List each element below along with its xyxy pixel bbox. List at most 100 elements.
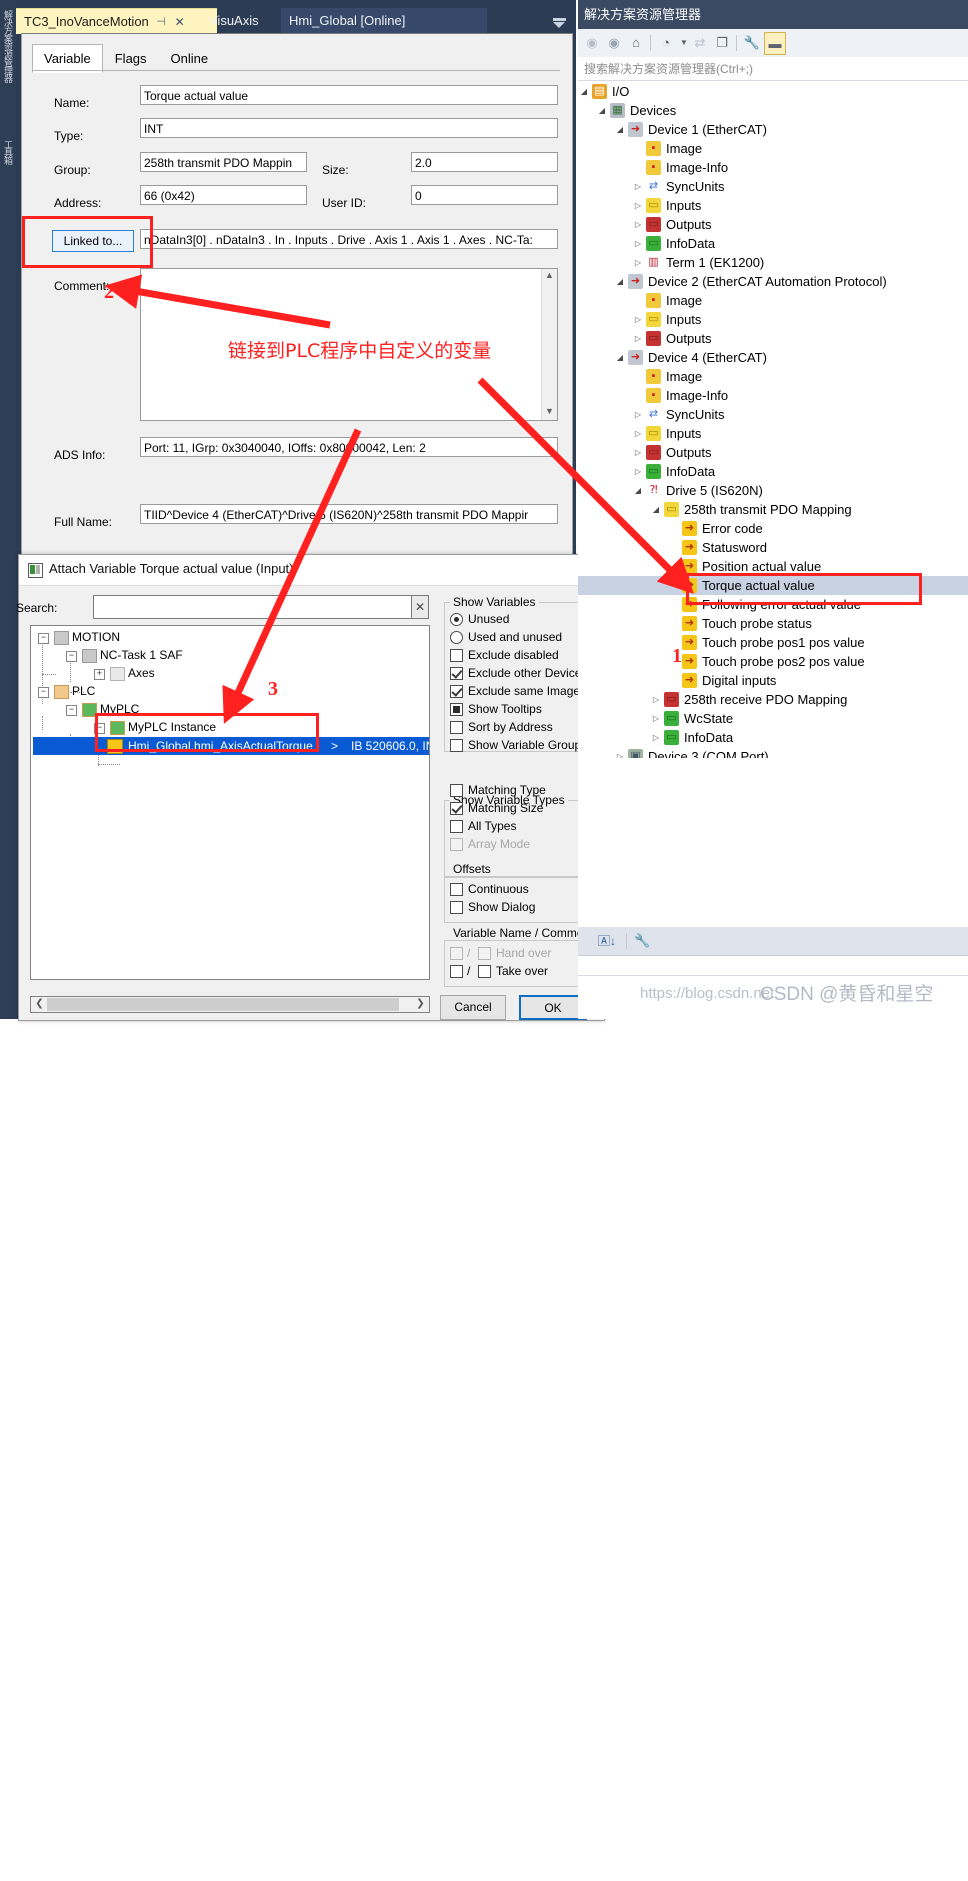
tree-node-motion[interactable]: MOTION	[72, 629, 120, 646]
checkbox-show-tooltips[interactable]	[450, 703, 463, 716]
expand-arrow-open-icon[interactable]: ◢	[650, 500, 662, 519]
ethercat-icon: ➜	[628, 274, 643, 289]
chevron-down-icon[interactable]	[550, 18, 568, 34]
tree-expander[interactable]: −	[66, 705, 77, 716]
expand-arrow-closed-icon[interactable]: ▷	[614, 747, 626, 758]
scroll-right-icon[interactable]: ❯	[413, 998, 428, 1011]
ok-button[interactable]: OK	[519, 995, 587, 1020]
image-icon: ▪	[646, 369, 661, 384]
checkbox-exclude-other-devices[interactable]	[450, 667, 463, 680]
checkbox-exclude-same-image[interactable]	[450, 685, 463, 698]
expand-arrow-closed-icon[interactable]: ▷	[632, 462, 644, 481]
address-label: Address:	[54, 196, 102, 210]
checkbox-show-variable-groups[interactable]	[450, 739, 463, 752]
expand-arrow-closed-icon[interactable]: ▷	[632, 196, 644, 215]
scroll-down-icon[interactable]: ▼	[542, 405, 557, 420]
variable-tree[interactable]: − MOTION − NC-Task 1 SAF + Axes − PLC − …	[30, 625, 430, 980]
expand-arrow-closed-icon[interactable]: ▷	[632, 177, 644, 196]
group-input[interactable]: 258th transmit PDO Mappin	[140, 152, 307, 172]
expand-arrow-closed-icon[interactable]: ▷	[632, 405, 644, 424]
checkbox-show-dialog[interactable]	[450, 901, 463, 914]
pin-icon[interactable]: ⊣	[156, 10, 166, 35]
refresh-pending-icon[interactable]: ◔	[656, 33, 676, 53]
checkbox-take-over-comment[interactable]	[478, 965, 491, 978]
comment-scrollbar[interactable]: ▲ ▼	[541, 269, 557, 420]
tab-online[interactable]: Online	[158, 44, 221, 73]
collapse-all-icon[interactable]: ❐	[712, 33, 732, 53]
se-tree-label: Statusword	[702, 540, 768, 555]
clear-x-icon[interactable]: ✕	[411, 595, 429, 619]
tree-expander[interactable]: +	[94, 669, 105, 680]
expand-arrow-closed-icon[interactable]: ▷	[632, 310, 644, 329]
size-input[interactable]: 2.0	[411, 152, 558, 172]
checkbox-exclude-disabled[interactable]	[450, 649, 463, 662]
name-input[interactable]: Torque actual value	[140, 85, 558, 105]
vertical-tab-solution-explorer[interactable]: 解决方案资源管理器	[0, 10, 16, 82]
checkbox-continuous[interactable]	[450, 883, 463, 896]
scroll-left-icon[interactable]: ❮	[32, 998, 47, 1011]
expand-arrow-closed-icon[interactable]: ▷	[650, 690, 662, 709]
expand-arrow-open-icon[interactable]: ◢	[596, 101, 608, 120]
tree-node-nc-task[interactable]: NC-Task 1 SAF	[100, 647, 183, 664]
expand-arrow-open-icon[interactable]: ◢	[614, 120, 626, 139]
checkbox-matching-size[interactable]	[450, 802, 463, 815]
home-icon[interactable]: ⌂	[626, 33, 646, 53]
tab-flags[interactable]: Flags	[102, 44, 159, 73]
expand-arrow-closed-icon[interactable]: ▷	[632, 443, 644, 462]
linked-to-input[interactable]: nDataIn3[0] . nDataIn3 . In . Inputs . D…	[140, 229, 558, 249]
expand-arrow-closed-icon[interactable]: ▷	[650, 728, 662, 747]
search-input[interactable]	[93, 595, 419, 619]
properties-wrench-icon[interactable]: 🔧	[742, 33, 762, 53]
close-icon[interactable]: ✕	[175, 10, 185, 35]
sync-icon[interactable]: ⇄	[690, 33, 710, 53]
solution-explorer-tree[interactable]: ◢ ▤ I/O ◢ ▦ Devices ◢ ➜ Device 1 (EtherCAT) ▪ Imag…	[578, 82, 968, 758]
forward-icon[interactable]: ◉	[604, 33, 624, 53]
expand-arrow-open-icon[interactable]: ◢	[614, 272, 626, 291]
scroll-up-icon[interactable]: ▲	[542, 269, 557, 284]
editor-tab-hmi-global[interactable]: Hmi_Global [Online]	[281, 8, 487, 33]
radio-used-and-unused[interactable]	[450, 631, 463, 644]
user-id-input[interactable]: 0	[411, 185, 558, 205]
checkbox-take-over-name[interactable]	[450, 965, 463, 978]
back-icon[interactable]: ◉	[582, 33, 602, 53]
checkbox-all-types[interactable]	[450, 820, 463, 833]
image-icon: ▪	[646, 388, 661, 403]
se-tree-label: SyncUnits	[666, 407, 725, 422]
tree-expander[interactable]: −	[38, 633, 49, 644]
tree-expander[interactable]: −	[66, 651, 77, 662]
expand-arrow-closed-icon[interactable]: ▷	[632, 329, 644, 348]
solution-explorer-search-input[interactable]: 搜索解决方案资源管理器(Ctrl+;)	[578, 57, 968, 81]
se-tree-label: Error code	[702, 521, 763, 536]
sort-az-icon[interactable]: 🄰↓	[598, 931, 616, 951]
annotation-box-linked-to	[22, 216, 153, 268]
type-input[interactable]: INT	[140, 118, 558, 138]
tree-expander[interactable]: −	[38, 687, 49, 698]
vertical-tab-toolbox[interactable]: 工具箱	[0, 140, 16, 164]
tree-node-plc[interactable]: PLC	[72, 683, 95, 700]
address-input[interactable]: 66 (0x42)	[140, 185, 307, 205]
checkbox-matching-type[interactable]	[450, 784, 463, 797]
cancel-button[interactable]: Cancel	[440, 995, 506, 1020]
editor-tab-visuaxis[interactable]: VisuAxis	[201, 8, 267, 33]
expand-arrow-open-icon[interactable]: ◢	[578, 82, 590, 101]
expand-arrow-closed-icon[interactable]: ▷	[632, 234, 644, 253]
syncunits-icon: ⇄	[646, 407, 661, 422]
editor-tab-tc3-inovancemotion[interactable]: TC3_InoVanceMotion ⊣ ✕	[16, 8, 217, 34]
expand-arrow-closed-icon[interactable]: ▷	[650, 709, 662, 728]
expand-arrow-closed-icon[interactable]: ▷	[632, 215, 644, 234]
tree-horizontal-scrollbar[interactable]: ❮ ❯	[30, 996, 430, 1013]
expand-arrow-open-icon[interactable]: ◢	[614, 348, 626, 367]
checkbox-sort-by-address[interactable]	[450, 721, 463, 734]
properties-wrench-icon[interactable]: 🔧	[634, 931, 650, 951]
expand-arrow-closed-icon[interactable]: ▷	[632, 424, 644, 443]
tab-variable[interactable]: Variable	[32, 44, 103, 73]
expand-arrow-open-icon[interactable]: ◢	[632, 481, 644, 500]
expand-arrow-closed-icon[interactable]: ▷	[632, 253, 644, 272]
ads-info-input[interactable]: Port: 11, IGrp: 0x3040040, IOffs: 0x8000…	[140, 437, 558, 457]
show-all-files-icon[interactable]: ▬	[764, 32, 786, 55]
checkbox-show-dialog-label: Show Dialog	[468, 900, 536, 914]
tree-node-axes[interactable]: Axes	[128, 665, 155, 682]
full-name-input[interactable]: TIID^Device 4 (EtherCAT)^Drive 5 (IS620N…	[140, 504, 558, 524]
scroll-thumb[interactable]	[47, 998, 399, 1011]
radio-unused[interactable]	[450, 613, 463, 626]
